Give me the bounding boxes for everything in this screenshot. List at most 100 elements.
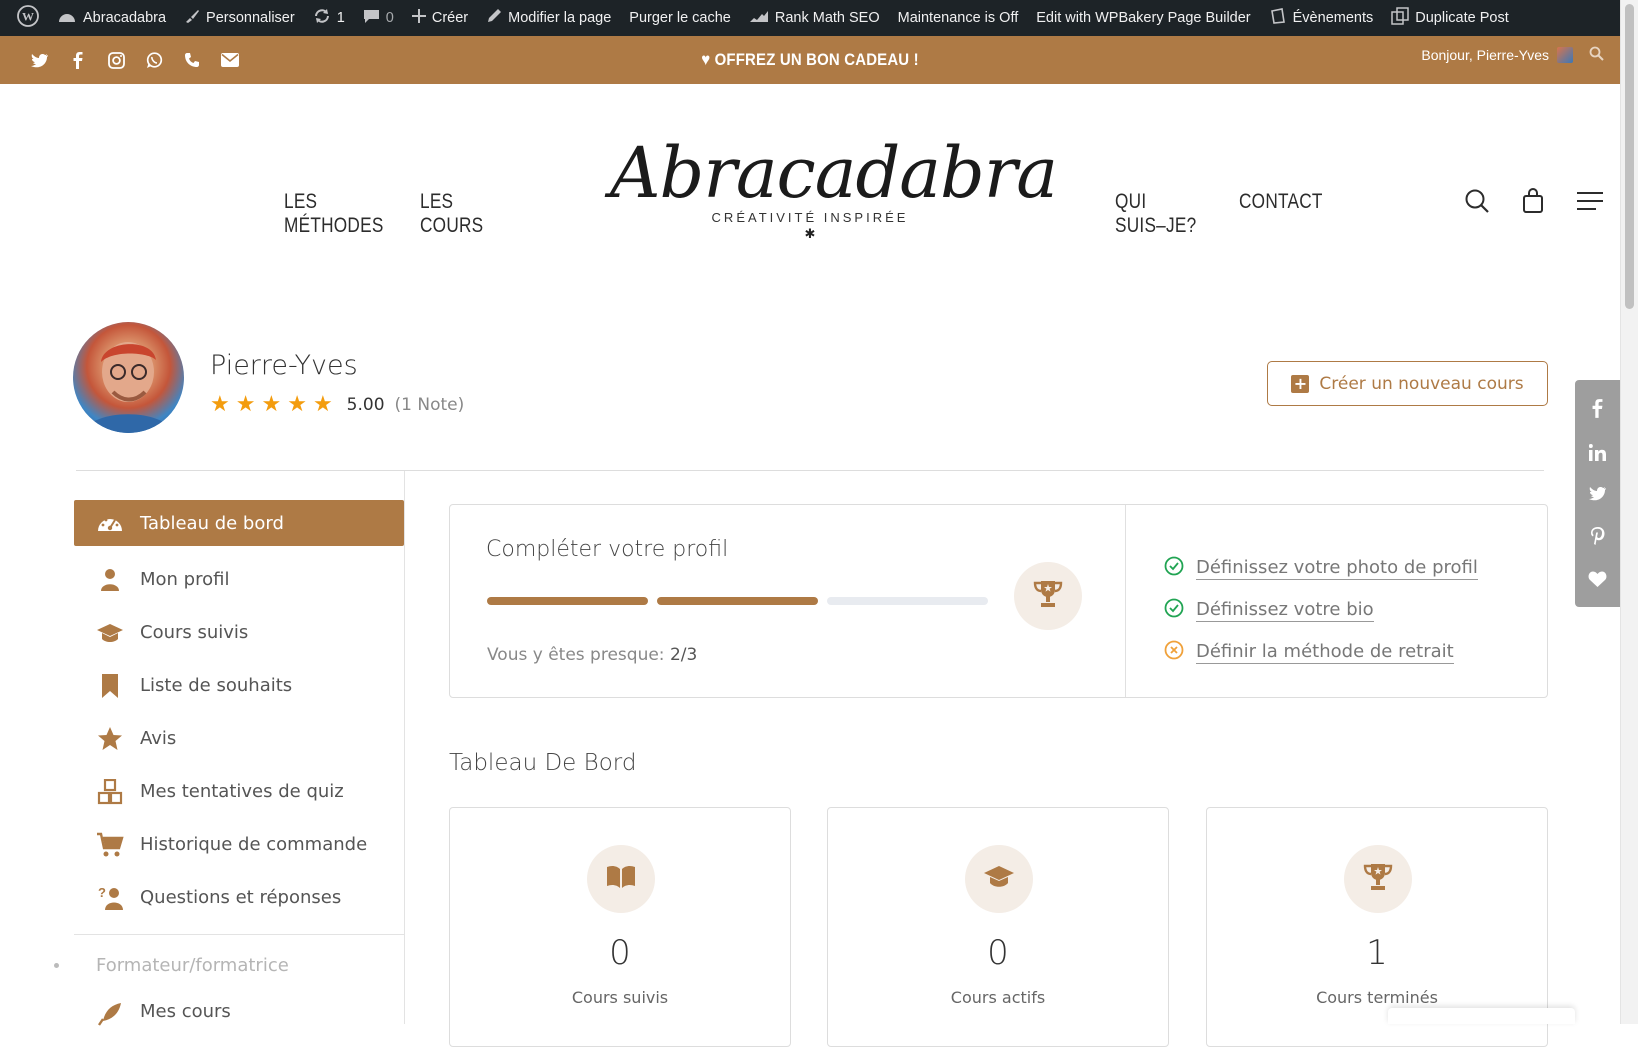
admin-bar: W Abracadabra Personnaliser 1 0 Créer Mo… bbox=[0, 0, 1638, 36]
sidebar-item-label: Cours suivis bbox=[140, 622, 249, 643]
sidebar-item-enrolled[interactable]: Cours suivis bbox=[74, 606, 404, 659]
cart-icon[interactable] bbox=[1522, 188, 1544, 218]
create-course-button[interactable]: + Créer un nouveau cours bbox=[1267, 361, 1548, 406]
nav-cours[interactable]: LES COURS bbox=[420, 190, 491, 238]
purge-cache-link[interactable]: Purger le cache bbox=[620, 0, 740, 36]
site-name-link[interactable]: Abracadabra bbox=[48, 0, 175, 36]
stat-value: 0 bbox=[987, 933, 1009, 973]
duplicate-post-link[interactable]: Duplicate Post bbox=[1382, 0, 1518, 36]
pinterest-icon[interactable] bbox=[1590, 527, 1605, 546]
question-icon: ? bbox=[96, 885, 124, 911]
sidebar-item-label: Questions et réponses bbox=[140, 887, 342, 908]
trophy-badge bbox=[1014, 562, 1082, 630]
profile-completion-title: Compléter votre profil bbox=[486, 537, 729, 562]
site-logo[interactable]: Abracadabra CRÉATIVITÉ INSPIRÉE ✱ bbox=[610, 128, 1058, 268]
rank-math-link[interactable]: Rank Math SEO bbox=[740, 0, 889, 36]
wordpress-menu[interactable]: W bbox=[8, 0, 48, 36]
checklist-link[interactable]: Définissez votre bio bbox=[1196, 599, 1374, 622]
checklist-item[interactable]: Définissez votre photo de profil bbox=[1164, 547, 1478, 589]
search-icon[interactable] bbox=[1589, 46, 1604, 64]
profile-name: Pierre-Yves bbox=[210, 350, 358, 381]
stat-value: 0 bbox=[609, 933, 631, 973]
sidebar-item-label: Mes cours bbox=[140, 1001, 231, 1022]
page-scrollbar[interactable] bbox=[1620, 0, 1638, 1024]
sidebar-item-label: Liste de souhaits bbox=[140, 675, 293, 696]
logo-wordmark: Abracadabra bbox=[610, 132, 1058, 214]
logo-star: ✱ bbox=[804, 227, 816, 242]
checklist-link[interactable]: Définissez votre photo de profil bbox=[1196, 557, 1478, 580]
sidebar-item-label: Mes tentatives de quiz bbox=[140, 781, 344, 802]
sidebar-group-label: Formateur/formatrice bbox=[96, 954, 289, 976]
stat-value: 1 bbox=[1366, 933, 1388, 973]
sidebar-item-profile[interactable]: Mon profil bbox=[74, 553, 404, 606]
events-link[interactable]: Évènements bbox=[1260, 0, 1383, 36]
user-greeting[interactable]: Bonjour, Pierre-Yves bbox=[1421, 46, 1604, 64]
main-nav-left: LES MÉTHODES LES COURS bbox=[284, 190, 507, 238]
duplicate-icon bbox=[1391, 7, 1409, 29]
sidebar-item-orders[interactable]: Historique de commande bbox=[74, 818, 404, 871]
star-icon: ★ bbox=[287, 392, 307, 417]
edit-page-label: Modifier la page bbox=[508, 10, 612, 26]
popup-edge bbox=[1388, 1008, 1575, 1024]
nav-methodes[interactable]: LES MÉTHODES bbox=[284, 190, 383, 238]
facebook-icon[interactable] bbox=[1592, 399, 1603, 418]
profile-rating: ★ ★ ★ ★ ★ 5.00 (1 Note) bbox=[210, 392, 464, 417]
linkedin-icon[interactable] bbox=[1589, 443, 1606, 461]
checklist-item[interactable]: Définissez votre bio bbox=[1164, 589, 1478, 631]
customize-link[interactable]: Personnaliser bbox=[175, 0, 304, 36]
checklist-item[interactable]: Définir la méthode de retrait bbox=[1164, 631, 1478, 673]
nav-qui-suis-je[interactable]: QUI SUIS–JE? bbox=[1115, 190, 1199, 238]
comments-link[interactable]: 0 bbox=[354, 0, 403, 36]
divider bbox=[76, 470, 1544, 471]
sidebar-item-qa[interactable]: ? Questions et réponses bbox=[74, 871, 404, 924]
edit-page-link[interactable]: Modifier la page bbox=[477, 0, 620, 36]
stat-icon-wrap bbox=[587, 845, 655, 913]
sidebar-item-dashboard[interactable]: Tableau de bord bbox=[74, 500, 404, 546]
updates-link[interactable]: 1 bbox=[304, 0, 354, 36]
svg-text:?: ? bbox=[98, 885, 106, 900]
sidebar-item-label: Avis bbox=[140, 728, 177, 749]
new-label: Créer bbox=[431, 10, 469, 26]
floating-share-bar bbox=[1575, 380, 1620, 607]
rating-value: 5.00 bbox=[346, 394, 385, 415]
dashboard-sidebar: Tableau de bord Mon profil Cours suivis … bbox=[54, 500, 404, 1031]
new-content-link[interactable]: Créer bbox=[403, 0, 477, 36]
facebook-icon[interactable] bbox=[68, 50, 88, 70]
profile-avatar bbox=[73, 322, 184, 433]
events-icon bbox=[1269, 7, 1287, 29]
scrollbar-thumb[interactable] bbox=[1625, 4, 1634, 309]
wpbakery-link[interactable]: Edit with WPBakery Page Builder bbox=[1027, 0, 1259, 36]
stat-card-active: 0 Cours actifs bbox=[827, 807, 1169, 1047]
gift-voucher-promo[interactable]: ♥ OFFREZ UN BON CADEAU ! bbox=[97, 50, 1523, 70]
sidebar-item-reviews[interactable]: Avis bbox=[74, 712, 404, 765]
sidebar-divider bbox=[404, 471, 405, 1024]
cart-icon bbox=[96, 832, 124, 858]
stat-label: Cours terminés bbox=[1316, 988, 1438, 1007]
dashboard-icon bbox=[96, 513, 124, 533]
main-nav-right: QUI SUIS–JE? CONTACT bbox=[1115, 190, 1322, 238]
customize-label: Personnaliser bbox=[206, 10, 295, 26]
wpbakery-label: Edit with WPBakery Page Builder bbox=[1036, 10, 1251, 26]
menu-icon[interactable] bbox=[1576, 191, 1604, 215]
sidebar-item-my-courses[interactable]: Mes cours bbox=[74, 995, 404, 1031]
greeting-text: Bonjour, Pierre-Yves bbox=[1421, 47, 1549, 63]
stat-card-enrolled: 0 Cours suivis bbox=[449, 807, 791, 1047]
search-icon[interactable] bbox=[1464, 188, 1490, 218]
stat-icon-wrap bbox=[1344, 845, 1412, 913]
svg-text:W: W bbox=[22, 10, 34, 24]
progress-step bbox=[827, 597, 988, 605]
twitter-icon[interactable] bbox=[1588, 486, 1607, 501]
maintenance-link[interactable]: Maintenance is Off bbox=[889, 0, 1028, 36]
rank-math-icon bbox=[749, 9, 769, 27]
heart-icon[interactable] bbox=[1588, 571, 1607, 588]
nav-contact[interactable]: CONTACT bbox=[1239, 190, 1322, 238]
sidebar-item-quiz-attempts[interactable]: Mes tentatives de quiz bbox=[74, 765, 404, 818]
sidebar-item-label: Historique de commande bbox=[140, 834, 368, 855]
checklist-link[interactable]: Définir la méthode de retrait bbox=[1196, 641, 1454, 664]
profile-checklist: Définissez votre photo de profil Définis… bbox=[1164, 547, 1478, 673]
profile-progress-bars bbox=[487, 597, 988, 605]
twitter-icon[interactable] bbox=[30, 50, 50, 70]
dashboard-icon bbox=[57, 8, 77, 28]
sidebar-group-instructor: Formateur/formatrice bbox=[54, 935, 404, 995]
sidebar-item-wishlist[interactable]: Liste de souhaits bbox=[74, 659, 404, 712]
